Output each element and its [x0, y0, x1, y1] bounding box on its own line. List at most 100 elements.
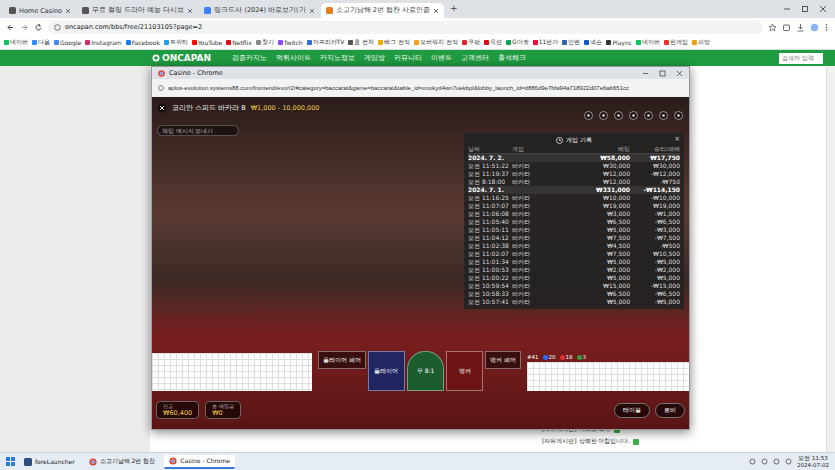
nav-item[interactable]: 이벤트 [431, 54, 452, 63]
bookmark[interactable]: 찾기 [256, 38, 274, 47]
taskbar-item[interactable]: foreLauncher [19, 456, 80, 468]
browser-tab[interactable]: 소고기남해 2번 협찬 사로인증 [321, 3, 444, 18]
history-row[interactable]: 오전 11:02:38바카라₩4,500-₩500 [468, 242, 680, 250]
bookmark[interactable]: G마켓 [506, 38, 529, 47]
bookmark[interactable]: 아프리카TV [307, 38, 345, 47]
bookmark[interactable]: Twitch [278, 39, 303, 46]
taskbar-item[interactable]: 소고기남해 2번 협찬 [84, 455, 161, 468]
close-icon[interactable] [187, 8, 193, 14]
history-row[interactable]: 오전 11:00:53바카라₩2,000-₩2,000 [468, 266, 680, 274]
sound-icon[interactable] [614, 111, 623, 120]
bookmark[interactable]: 배그 전적 [378, 38, 410, 47]
history-row[interactable]: 오전 11:01:34바카라₩5,000-₩5,000 [468, 258, 680, 266]
address-text[interactable]: oncapan.com/bbs/free/21103105?page=2 [65, 23, 202, 31]
nav-item[interactable]: 고객센터 [461, 54, 489, 63]
bookmark[interactable]: Instagram [85, 39, 122, 46]
help-icon[interactable] [659, 111, 668, 120]
nav-item[interactable]: 카지노정보 [320, 54, 355, 63]
minimize-icon[interactable] [642, 70, 649, 77]
bookmark[interactable]: 넥슨 [584, 38, 602, 47]
maximize-icon[interactable] [659, 70, 666, 77]
menu-icon[interactable] [824, 23, 829, 32]
browser-tab[interactable]: Home Casino [4, 3, 76, 18]
bookmark[interactable]: Plaync [606, 39, 632, 46]
history-close-button[interactable]: × [674, 135, 680, 143]
bookmark[interactable]: 홈 컨처 [348, 38, 374, 47]
bookmark[interactable]: 한게임 [664, 38, 688, 47]
history-row[interactable]: 오전 11:06:08바카라₩3,000-₩1,000 [468, 210, 680, 218]
settings-icon[interactable] [629, 111, 638, 120]
nav-item[interactable]: 커뮤니티 [394, 54, 422, 63]
close-icon[interactable] [433, 8, 439, 14]
game-button[interactable]: 테이블 [614, 403, 650, 418]
board-item[interactable]: [자유게시판] 상쾌한 아침입니다. [542, 437, 826, 446]
site-info-icon[interactable] [54, 24, 61, 31]
forward-icon[interactable] [20, 23, 29, 32]
history-row[interactable]: 오전 11:05:11바카라₩5,000-₩3,000 [468, 226, 680, 234]
site-logo[interactable]: ONCAPAN [152, 53, 211, 63]
history-row[interactable]: 오전 11:19:37바카라₩12,000-₩12,000 [468, 170, 680, 178]
nav-item[interactable]: 먹튀사이트 [276, 54, 311, 63]
history-icon[interactable] [644, 111, 653, 120]
history-row[interactable]: 오전 10:59:54바카라₩15,000-₩15,000 [468, 282, 680, 290]
close-icon[interactable] [65, 8, 71, 14]
history-row[interactable]: 오전 11:05:40바카라₩6,500-₩6,500 [468, 218, 680, 226]
address-bar[interactable]: oncapan.com/bbs/free/21103105?page=2 [48, 21, 763, 34]
bookmark[interactable]: 다음 [32, 38, 50, 47]
windows-start-icon[interactable] [6, 457, 15, 466]
history-row[interactable]: 오전 10:58:33바카라₩6,500-₩6,500 [468, 290, 680, 298]
bet-spot[interactable]: 플레이어 페어 [318, 351, 366, 369]
new-tab-button[interactable]: + [445, 3, 463, 15]
taskbar-item[interactable]: Casino - Chrome [164, 455, 235, 469]
bookmark[interactable]: 인벤 [562, 38, 580, 47]
nav-item[interactable]: 게임방 [364, 54, 385, 63]
fullscreen-icon[interactable] [674, 111, 683, 120]
volume-icon[interactable] [773, 458, 780, 465]
close-icon[interactable] [309, 8, 315, 14]
history-date-row[interactable]: 2024. 7. 2.₩58,000₩17,750 [468, 154, 680, 162]
bookmark[interactable]: 피망 [692, 38, 710, 47]
bookmark[interactable]: YouTube [192, 39, 222, 46]
bookmark[interactable]: 옥션 [484, 38, 502, 47]
download-icon[interactable] [796, 23, 805, 32]
tray-expand-icon[interactable] [749, 458, 756, 465]
scrollbar[interactable] [826, 66, 835, 452]
clock[interactable]: 오전 11:532024-07-02 [797, 455, 829, 469]
bookmark[interactable]: Facebook [126, 39, 160, 46]
history-row[interactable]: 오전 11:07:07바카라₩19,000₩19,000 [468, 202, 680, 210]
bookmark[interactable]: Netflix [226, 39, 252, 46]
game-button[interactable]: 로비 [655, 403, 685, 418]
bet-spot[interactable]: 무 8:1 [407, 351, 444, 391]
reload-icon[interactable] [34, 23, 43, 32]
history-row[interactable]: 오전 11:04:12바카라₩7,500-₩7,500 [468, 234, 680, 242]
chat-icon[interactable] [584, 111, 593, 120]
star-icon[interactable] [768, 23, 777, 32]
network-icon[interactable] [761, 458, 768, 465]
chat-input[interactable] [157, 125, 239, 136]
browser-tab[interactable]: 무료 컬링 드라마 예능 다시보 [77, 3, 198, 18]
profile-icon[interactable] [810, 23, 819, 32]
bet-spot[interactable]: 플레이어 [368, 351, 405, 391]
close-icon[interactable] [676, 70, 683, 77]
search-field[interactable] [779, 53, 823, 64]
bookmark[interactable]: 네이버 [636, 38, 660, 47]
history-row[interactable]: 오전 11:02:07바카라₩7,500₩10,500 [468, 250, 680, 258]
bet-spot[interactable]: 뱅커 페어 [485, 351, 521, 369]
bet-spot[interactable]: 뱅커 [446, 351, 483, 391]
extensions-icon[interactable] [782, 23, 791, 32]
bookmark[interactable]: 쿠팡 [462, 38, 480, 47]
close-icon[interactable] [819, 5, 827, 13]
history-row[interactable]: 오전 11:16:25바카라₩10,000-₩10,000 [468, 194, 680, 202]
history-row[interactable]: 오전 10:57:41바카라₩5,000-₩5,000 [468, 298, 680, 306]
bookmark[interactable]: Google [54, 39, 81, 46]
nav-item[interactable]: 검증카지노 [232, 54, 267, 63]
minimize-icon[interactable] [783, 5, 791, 13]
history-row[interactable]: 오전 8:18:00바카라₩12,000-₩750 [468, 178, 680, 186]
bookmark[interactable]: 오버워치 전적 [414, 38, 458, 47]
bookmark[interactable]: 11번가 [533, 38, 559, 47]
back-icon[interactable] [6, 23, 15, 32]
board-item-title[interactable]: [자유게시판] 상쾌한 아침입니다. [542, 437, 630, 446]
history-row[interactable]: 오전 11:00:22바카라₩5,000₩5,000 [468, 274, 680, 282]
browser-tab[interactable]: 링크드사 (2024) 바로보기(기 [199, 3, 319, 18]
bookmark[interactable]: 네이버 [4, 38, 28, 47]
